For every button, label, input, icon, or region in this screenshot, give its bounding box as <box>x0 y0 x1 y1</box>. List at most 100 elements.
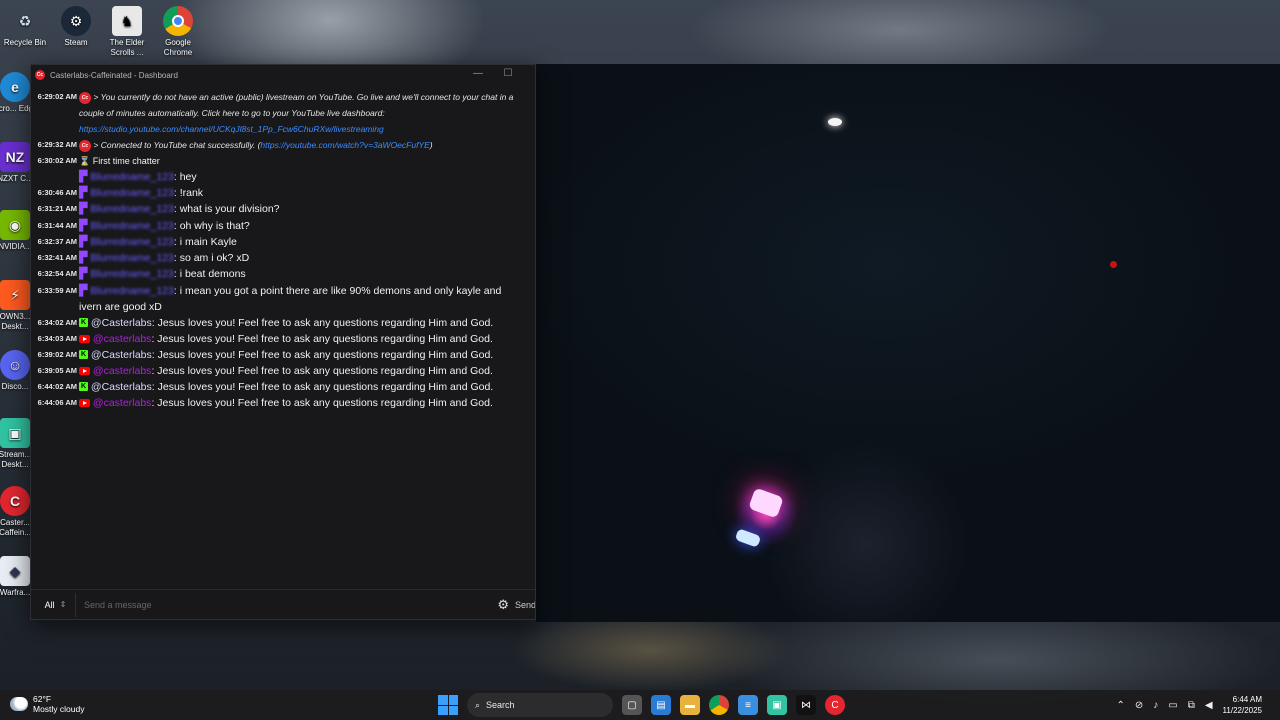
message-body: K @Casterlabs: Jesus loves you! Feel fre… <box>79 347 525 363</box>
camera-light-spot <box>828 118 842 126</box>
discord-icon: ☺ <box>0 350 30 380</box>
platform-select[interactable]: All ⇕ <box>36 592 76 617</box>
chrome-icon[interactable] <box>709 695 729 715</box>
chat-username[interactable]: Blurredname_123 <box>90 220 173 232</box>
twitch-icon: ▛ <box>79 284 88 297</box>
weather-description: Mostly cloudy <box>33 704 85 714</box>
kick-icon: K <box>79 318 88 328</box>
chat-message: 6:31:44 AM ▛ Blurredname_123: oh why is t… <box>31 218 535 234</box>
chat-messages: 6:29:02 AM Cc > You currently do not hav… <box>31 89 535 587</box>
chat-username[interactable]: Blurredname_123 <box>90 252 173 264</box>
display-icon[interactable]: ▭ <box>1168 700 1177 711</box>
weather-widget[interactable]: 62°F Mostly cloudy <box>10 694 85 714</box>
casterlabs-logo-icon: Cc <box>35 70 45 80</box>
chat-username[interactable]: Blurredname_123 <box>90 236 173 248</box>
camera-rgb-light <box>734 528 762 548</box>
chat-username[interactable]: Blurredname_123 <box>90 187 173 199</box>
notifications-off-icon[interactable]: ⊘ <box>1135 700 1143 711</box>
desktop-icon-recycle-bin[interactable]: ♻ Recycle Bin <box>0 6 50 48</box>
microphone-icon[interactable]: ♪ <box>1153 700 1158 711</box>
network-icon[interactable]: ⧉ <box>1188 700 1195 711</box>
message-input[interactable] <box>76 599 498 610</box>
chat-username[interactable]: @casterlabs <box>93 333 152 345</box>
minimize-button[interactable]: — <box>463 68 493 79</box>
casterlabs-icon[interactable]: C <box>825 695 845 715</box>
youtube-icon <box>79 366 90 375</box>
twitch-icon: ▛ <box>79 252 88 265</box>
streamlabs-icon[interactable]: ▣ <box>767 695 787 715</box>
chat-username[interactable]: Blurredname_123 <box>90 171 173 183</box>
taskbar: 62°F Mostly cloudy ⌕ Search ▢ ▤ ▬ ≡ ▣ ⋈ … <box>0 690 1280 720</box>
youtube-dashboard-link[interactable]: https://studio.youtube.com/channel/UCKqJ… <box>79 124 384 134</box>
task-view-icon[interactable]: ▢ <box>622 695 642 715</box>
chat-message: ▛ Blurredname_123: hey <box>31 169 535 185</box>
streamlabs-icon: ▣ <box>0 418 30 448</box>
message-text: > You currently do not have an active (p… <box>79 92 514 118</box>
chat-username[interactable]: @Casterlabs <box>91 349 152 361</box>
message-body: ▛ Blurredname_123: oh why is that? <box>79 218 525 234</box>
chevron-up-icon[interactable]: ⌃ <box>1116 700 1124 711</box>
message-timestamp: 6:39:02 AM <box>37 349 77 359</box>
message-timestamp: 6:33:59 AM <box>37 285 77 295</box>
message-text: : Jesus loves you! Feel free to ask any … <box>151 380 494 393</box>
twitch-icon: ▛ <box>79 236 88 249</box>
desktop-icon-steam[interactable]: ⚙ Steam <box>51 6 101 48</box>
nzxt-icon: NZ <box>0 142 30 172</box>
chat-message: 6:32:54 AM ▛ Blurredname_123: i beat demo… <box>31 266 535 282</box>
chat-message: 6:32:37 AM ▛ Blurredname_123: i main Kayl… <box>31 234 535 250</box>
message-text: : hey <box>173 171 197 183</box>
chat-username[interactable]: Blurredname_123 <box>90 285 173 297</box>
youtube-icon <box>79 334 90 343</box>
message-text: : Jesus loves you! Feel free to ask any … <box>151 396 493 409</box>
message-timestamp <box>31 169 79 172</box>
message-timestamp: 6:31:44 AM <box>37 220 77 230</box>
message-timestamp: 6:31:21 AM <box>37 204 77 214</box>
casterlabs-badge-icon: Cc <box>79 139 91 152</box>
desktop-icon-elder-scrolls[interactable]: ♞ The Elder Scrolls ... <box>102 6 152 58</box>
window-titlebar[interactable]: Cc Casterlabs-Caffeinated - Dashboard <box>31 65 535 85</box>
message-timestamp: 6:34:02 AM <box>37 317 77 327</box>
chat-message: 6:32:41 AM ▛ Blurredname_123: so am i ok?… <box>31 250 535 266</box>
message-body: Cc > Connected to YouTube chat successfu… <box>79 137 525 153</box>
desktop-icon-label: The Elder Scrolls ... <box>109 38 145 57</box>
message-timestamp: 6:30:02 AM <box>37 156 77 165</box>
desktop-icon-chrome[interactable]: Google Chrome <box>153 6 203 58</box>
maximize-button[interactable]: ☐ <box>493 68 523 79</box>
twitch-icon: ▛ <box>79 268 88 281</box>
steam-icon: ⚙ <box>61 6 91 36</box>
weather-temperature: 62°F <box>33 694 52 704</box>
message-body: ▛ Blurredname_123: hey <box>79 169 525 185</box>
windows-start-icon[interactable] <box>438 695 458 715</box>
taskbar-clock[interactable]: 6:44 AM 11/22/2025 <box>1223 694 1262 716</box>
youtube-icon <box>79 398 90 407</box>
youtube-watch-link[interactable]: https://youtube.com/watch?v=3aWOecFufYE <box>260 140 429 150</box>
warframe-icon: ◆ <box>0 556 30 586</box>
send-button[interactable]: Send <box>515 600 535 610</box>
message-text: : so am i ok? xD <box>173 252 250 265</box>
chat-username[interactable]: @Casterlabs <box>91 381 152 393</box>
chat-message: 6:34:02 AM K @Casterlabs: Jesus loves you… <box>31 315 535 331</box>
chat-message: 6:31:21 AM ▛ Blurredname_123: what is you… <box>31 201 535 217</box>
edge-icon: e <box>0 72 30 102</box>
gear-icon[interactable]: ⚙ <box>497 597 509 613</box>
message-suffix: ) <box>429 140 433 150</box>
chat-username[interactable]: @casterlabs <box>93 365 152 377</box>
chat-username[interactable]: Blurredname_123 <box>90 203 173 215</box>
search-icon: ⌕ <box>475 699 481 710</box>
message-body: ▛ Blurredname_123: !rank <box>79 185 525 201</box>
notepad-icon[interactable]: ≡ <box>738 695 758 715</box>
chat-message: 6:44:06 AM @casterlabs: Jesus loves you!… <box>31 395 535 411</box>
game-app-icon[interactable]: ⋈ <box>796 695 816 715</box>
message-timestamp: 6:34:03 AM <box>37 333 77 343</box>
widgets-icon[interactable]: ▤ <box>651 695 671 715</box>
volume-icon[interactable]: ◀ <box>1205 700 1213 711</box>
message-timestamp: 6:32:37 AM <box>37 236 77 246</box>
message-body: Cc > You currently do not have an active… <box>79 89 525 137</box>
chat-username[interactable]: @casterlabs <box>93 397 152 409</box>
chat-username[interactable]: Blurredname_123 <box>90 268 173 280</box>
file-explorer-icon[interactable]: ▬ <box>680 695 700 715</box>
taskbar-search[interactable]: ⌕ Search <box>467 693 613 717</box>
chat-username[interactable]: @Casterlabs <box>91 317 152 329</box>
twitch-icon: ▛ <box>79 187 88 200</box>
window-title: Casterlabs-Caffeinated - Dashboard <box>50 70 178 80</box>
